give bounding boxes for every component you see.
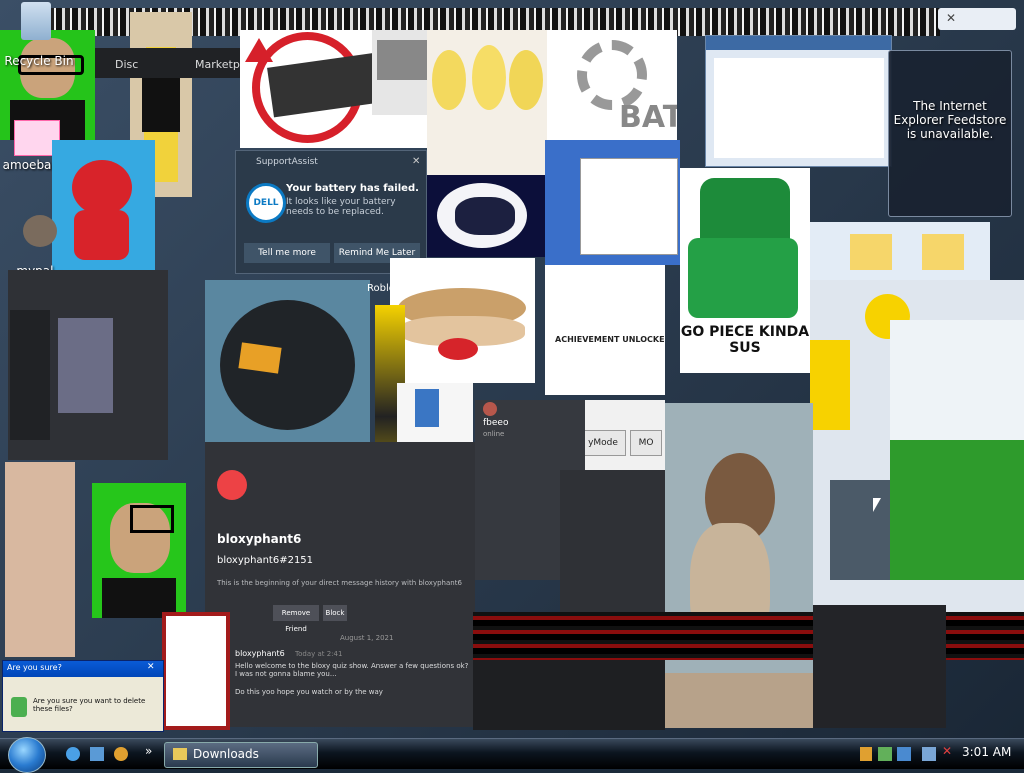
remind-me-later-label: Remind Me Later [338, 248, 416, 258]
appearance-settings-panel [560, 470, 665, 615]
discord-username: bloxyphant6 [217, 532, 302, 546]
tray-volume-muted-icon[interactable]: ✕ [942, 744, 952, 758]
chicks-photo [427, 30, 547, 175]
discord-msg-author: bloxyphant6 [235, 649, 285, 658]
discord-msg-1: Hello welcome to the bloxy quiz show. An… [235, 662, 469, 678]
discord-tag: bloxyphant6#2151 [217, 555, 314, 566]
dark-panel-bottom [473, 660, 665, 730]
security-center-window [705, 35, 892, 167]
remove-friend-button[interactable]: Remove Friend [273, 605, 319, 633]
angry-bird-image [205, 280, 370, 442]
achievement-text: ACHIEVEMENT UNLOCKED [555, 335, 665, 344]
dell-logo-text: DELL [253, 198, 279, 208]
dialog-close-icon[interactable]: ✕ [147, 662, 155, 672]
battery-failed-title: Your battery has failed. [286, 183, 419, 194]
recycle-warning-icon [11, 697, 27, 717]
fragment-button-left-label: yMode [588, 438, 618, 448]
sandwich-image [390, 258, 535, 383]
quick-launch-desktop-icon[interactable] [90, 747, 104, 761]
discord-logo-icon [217, 470, 247, 500]
browser-controls: ✕ [938, 8, 1016, 30]
taskbar: » Downloads ✕ 3:01 AM [0, 737, 1024, 773]
discord-intro: This is the beginning of your direct mes… [217, 579, 462, 587]
dialog-text: Are you sure you want to delete these fi… [33, 697, 146, 713]
tab-fragment-1: Disc [115, 58, 139, 71]
lego-sus-image: GO PIECE KINDA SUS [680, 168, 810, 373]
taskbar-clock[interactable]: 3:01 AM [962, 745, 1011, 759]
robot-face-image [427, 175, 545, 257]
block-button[interactable]: Block [323, 605, 347, 621]
folder-icons-area [810, 222, 990, 282]
tray-display-icon[interactable] [922, 747, 936, 761]
knuckles-image [52, 140, 155, 270]
feedstore-text: The Internet Explorer Feedstore is unava… [893, 99, 1007, 141]
tell-me-more-label: Tell me more [258, 248, 316, 258]
quick-launch-more-icon[interactable]: » [145, 744, 152, 758]
block-label: Block [325, 609, 345, 617]
folder-icon [173, 748, 187, 760]
fragment-button-left[interactable]: yMode [580, 430, 626, 456]
xp-error-window [545, 140, 680, 265]
battery-failed-body: It looks like your battery needs to be r… [286, 197, 396, 217]
achievement-banner: ACHIEVEMENT UNLOCKED [545, 265, 665, 395]
close-icon[interactable]: ✕ [946, 11, 956, 25]
skin-photo-strip [5, 462, 75, 657]
roblox-game-scene [810, 280, 1024, 620]
chat-panel-name: fbeeo [483, 418, 509, 428]
tray-warning-icon[interactable] [860, 747, 872, 761]
mypal-shortcut-icon[interactable] [20, 215, 60, 255]
fragment-button-right[interactable]: MO [630, 430, 662, 456]
discord-date: August 1, 2021 [340, 634, 394, 642]
red-doc-panel [162, 612, 230, 730]
discord-msg-time: Today at 2:41 [295, 650, 343, 658]
supportassist-close-icon[interactable]: ✕ [412, 156, 420, 167]
tab-fragment-2: Marketp [195, 58, 240, 71]
quick-launch-ie-icon[interactable] [66, 747, 80, 761]
are-you-sure-dialog[interactable]: Are you sure? ✕ Are you sure you want to… [2, 660, 164, 732]
taskbar-downloads-label: Downloads [193, 747, 259, 761]
bird-photo [665, 403, 813, 728]
dark-panel-right [813, 605, 946, 728]
tab-strip-left: Disc Marketp [95, 48, 240, 78]
remove-friend-label: Remove Friend [281, 609, 311, 633]
bat-gear-graphic: BAT [547, 30, 677, 140]
desktop-icon-recycle-bin-label[interactable]: Recycle Bin [0, 54, 78, 68]
supportassist-popup[interactable]: SupportAssist ✕ DELL Your battery has fa… [235, 150, 427, 274]
tell-me-more-button[interactable]: Tell me more [244, 243, 330, 263]
lego-caption: GO PIECE KINDA SUS [680, 324, 810, 356]
greenscreen-photo-bottom [92, 483, 186, 618]
discord-left-panel [8, 270, 168, 460]
supportassist-app-name: SupportAssist [256, 157, 318, 167]
discord-dm-window: bloxyphant6 bloxyphant6#2151 This is the… [205, 442, 475, 727]
tray-shield-icon[interactable] [897, 747, 911, 761]
taskbar-button-downloads[interactable]: Downloads [164, 742, 318, 768]
chat-panel-status: online [483, 430, 505, 438]
dialog-title: Are you sure? [7, 663, 62, 672]
quick-launch-media-icon[interactable] [114, 747, 128, 761]
laptop-image [372, 30, 430, 115]
fragment-button-right-label: MO [638, 438, 654, 448]
bat-text: BAT [619, 100, 677, 135]
tray-network-icon[interactable] [878, 747, 892, 761]
discord-msg-2: Do this yoo hope you watch or by the way [235, 688, 383, 696]
dell-logo: DELL [246, 183, 286, 223]
cursor-icon [873, 498, 881, 512]
feedstore-popup[interactable]: The Internet Explorer Feedstore is unava… [888, 50, 1012, 217]
recycle-bin-icon[interactable] [16, 0, 56, 50]
